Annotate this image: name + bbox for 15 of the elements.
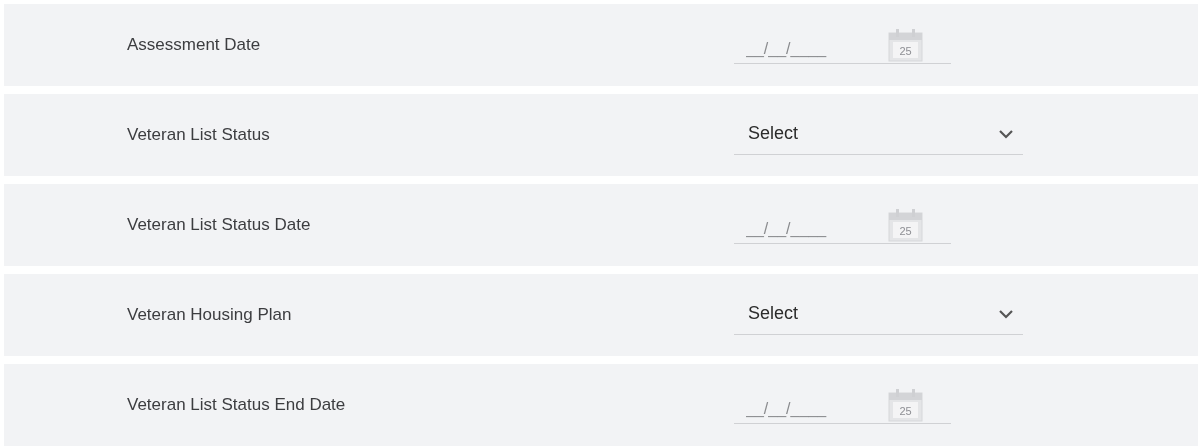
field-label: Veteran List Status Date: [126, 214, 312, 237]
date-input[interactable]: __/__/____: [746, 36, 856, 61]
date-field[interactable]: __/__/____ 25: [734, 26, 951, 64]
date-field[interactable]: __/__/____ 25: [734, 386, 951, 424]
date-input[interactable]: __/__/____: [746, 396, 856, 421]
field-label: Assessment Date: [126, 34, 262, 57]
select-dropdown[interactable]: Select: [734, 295, 1023, 335]
field-label: Veteran List Status End Date: [126, 394, 347, 417]
select-dropdown[interactable]: Select: [734, 115, 1023, 155]
field-label: Veteran List Status: [126, 124, 271, 147]
date-input[interactable]: __/__/____: [746, 216, 856, 241]
chevron-down-icon: [999, 310, 1013, 319]
field-label: Veteran Housing Plan: [126, 304, 293, 327]
chevron-down-icon: [999, 130, 1013, 139]
date-field[interactable]: __/__/____ 25: [734, 206, 951, 244]
